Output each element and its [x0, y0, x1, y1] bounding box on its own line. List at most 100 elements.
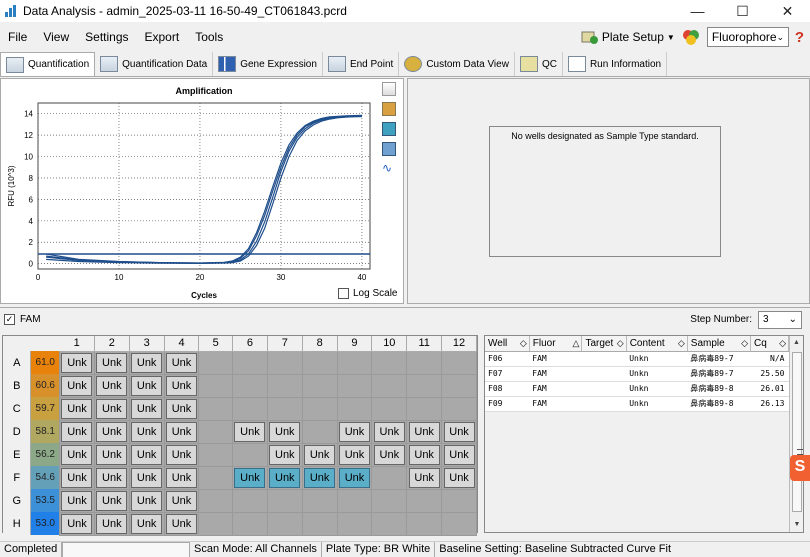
- fluorophore-select[interactable]: Fluorophore ⌄: [706, 27, 789, 47]
- scroll-thumb[interactable]: [792, 352, 803, 512]
- plate-well[interactable]: Unk: [163, 465, 200, 490]
- row-header[interactable]: H: [3, 512, 32, 535]
- plate-well[interactable]: [301, 350, 338, 375]
- plate-setup-button[interactable]: Plate Setup ▼: [575, 29, 681, 45]
- plate-well[interactable]: Unk: [59, 465, 95, 490]
- menu-view[interactable]: View: [35, 30, 77, 44]
- plate-well[interactable]: [198, 488, 234, 513]
- column-header[interactable]: 6: [232, 336, 268, 352]
- plate-well[interactable]: [266, 488, 303, 513]
- plate-well[interactable]: Unk: [93, 511, 130, 536]
- plate-well[interactable]: [198, 373, 234, 398]
- plate-well[interactable]: Unk: [93, 488, 130, 513]
- plate-well[interactable]: [232, 350, 268, 375]
- plate-well[interactable]: [266, 511, 303, 536]
- help-icon[interactable]: ?: [795, 29, 804, 46]
- column-header[interactable]: 12: [441, 336, 477, 352]
- plate-well[interactable]: [232, 488, 268, 513]
- row-header[interactable]: A: [3, 351, 32, 374]
- plate-well[interactable]: [198, 465, 234, 490]
- plate-well[interactable]: [371, 511, 408, 536]
- plate-well[interactable]: Unk: [59, 373, 95, 398]
- tab-end-point[interactable]: End Point: [323, 52, 400, 76]
- column-header-fluor[interactable]: Fluor △: [529, 336, 583, 352]
- plate-well[interactable]: Unk: [163, 373, 200, 398]
- plate-well[interactable]: [232, 511, 268, 536]
- ime-badge-icon[interactable]: S: [790, 455, 810, 481]
- plate-well[interactable]: Unk: [336, 465, 373, 490]
- plate-well[interactable]: Unk: [128, 396, 165, 421]
- column-header[interactable]: 8: [302, 336, 338, 352]
- sort-icon[interactable]: ◇: [678, 338, 685, 349]
- plate-well[interactable]: Unk: [406, 419, 443, 444]
- plate-well[interactable]: [441, 350, 477, 375]
- column-header[interactable]: 4: [164, 336, 200, 352]
- row-header[interactable]: B: [3, 374, 32, 397]
- plate-well[interactable]: [336, 350, 373, 375]
- plate-well[interactable]: [266, 396, 303, 421]
- log-scale-box[interactable]: [338, 288, 349, 299]
- amplification-chart[interactable]: Amplification 0 2 4 6 8 10 12 14 0 10 20 30 40 Cycles R…: [1, 79, 381, 303]
- plate-well[interactable]: Unk: [266, 465, 303, 490]
- menu-tools[interactable]: Tools: [187, 30, 231, 44]
- plate-well[interactable]: [336, 488, 373, 513]
- plate-well[interactable]: Unk: [59, 511, 95, 536]
- plate-well[interactable]: Unk: [128, 373, 165, 398]
- step-number-select[interactable]: 3 ⌄: [758, 310, 802, 329]
- plate-well[interactable]: Unk: [93, 350, 130, 375]
- plate-well[interactable]: [406, 511, 443, 536]
- maximize-button[interactable]: ☐: [720, 0, 765, 22]
- plate-well[interactable]: [371, 350, 408, 375]
- tab-gene-expression[interactable]: Gene Expression: [213, 52, 323, 76]
- plate-well[interactable]: Unk: [59, 396, 95, 421]
- plate-well[interactable]: [371, 488, 408, 513]
- tab-custom-data-view[interactable]: Custom Data View: [399, 52, 515, 76]
- row-header[interactable]: F: [3, 466, 32, 489]
- tab-quantification-data[interactable]: Quantification Data: [95, 52, 214, 76]
- plate-well[interactable]: Unk: [128, 511, 165, 536]
- plate-well[interactable]: [406, 396, 443, 421]
- menu-settings[interactable]: Settings: [77, 30, 136, 44]
- plate-well[interactable]: Unk: [163, 419, 200, 444]
- plate-well[interactable]: [232, 396, 268, 421]
- plate-well[interactable]: [371, 396, 408, 421]
- print-icon[interactable]: [382, 102, 396, 116]
- plate-well[interactable]: Unk: [59, 419, 95, 444]
- plate-well[interactable]: Unk: [163, 442, 200, 467]
- plate-well[interactable]: [232, 442, 268, 467]
- plate-well[interactable]: Unk: [406, 465, 443, 490]
- plate-well[interactable]: Unk: [371, 419, 408, 444]
- plate-well[interactable]: Unk: [371, 442, 408, 467]
- column-header[interactable]: 10: [371, 336, 408, 352]
- sort-icon[interactable]: ◇: [741, 338, 748, 349]
- plate-well[interactable]: [266, 350, 303, 375]
- log-scale-checkbox[interactable]: Log Scale: [338, 288, 397, 299]
- plate-well[interactable]: Unk: [128, 350, 165, 375]
- plate-well[interactable]: Unk: [441, 419, 477, 444]
- plate-well[interactable]: Unk: [128, 419, 165, 444]
- close-button[interactable]: ✕: [765, 0, 810, 22]
- export-icon[interactable]: [382, 122, 396, 136]
- column-header-sample[interactable]: Sample ◇: [687, 336, 752, 352]
- plate-well[interactable]: [301, 373, 338, 398]
- plate-well[interactable]: Unk: [266, 442, 303, 467]
- column-header[interactable]: 5: [198, 336, 234, 352]
- plate-well[interactable]: [301, 419, 338, 444]
- plate-well[interactable]: [266, 373, 303, 398]
- plate-well[interactable]: Unk: [232, 419, 268, 444]
- plate-well[interactable]: [198, 396, 234, 421]
- plate-well[interactable]: Unk: [301, 465, 338, 490]
- plate-well[interactable]: Unk: [128, 465, 165, 490]
- plate-well[interactable]: [198, 511, 234, 536]
- sort-icon[interactable]: △: [573, 338, 580, 349]
- column-header[interactable]: 1: [59, 336, 95, 352]
- plate-well[interactable]: [336, 511, 373, 536]
- plate-well[interactable]: Unk: [59, 488, 95, 513]
- plate-well[interactable]: Unk: [128, 488, 165, 513]
- plate-well[interactable]: Unk: [163, 511, 200, 536]
- curve-icon[interactable]: ∿: [382, 162, 396, 176]
- image-icon[interactable]: [382, 142, 396, 156]
- plate-well[interactable]: Unk: [301, 442, 338, 467]
- menu-export[interactable]: Export: [137, 30, 188, 44]
- plate-well[interactable]: [441, 396, 477, 421]
